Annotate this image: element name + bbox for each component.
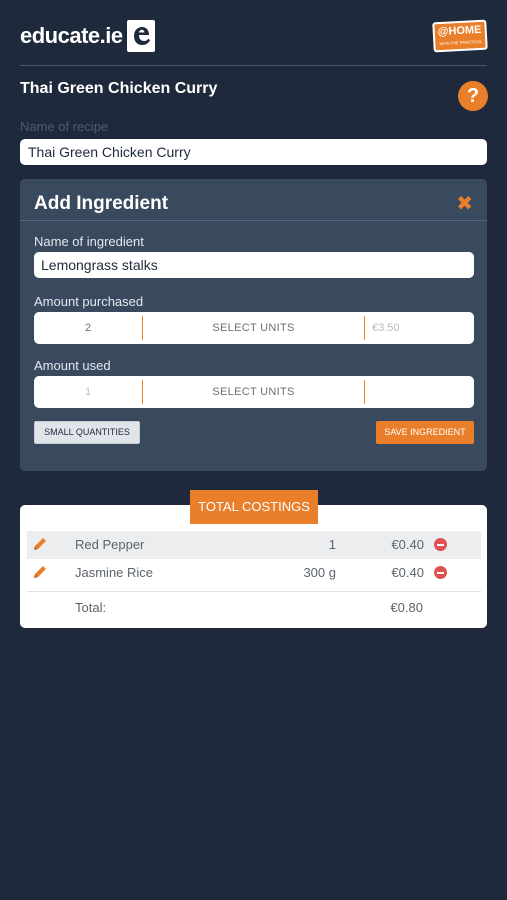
used-qty-input[interactable]: 1: [34, 376, 142, 408]
remove-icon[interactable]: [434, 538, 447, 551]
used-units-select[interactable]: SELECT UNITS: [143, 376, 364, 408]
purchased-units-select[interactable]: SELECT UNITS: [143, 312, 364, 344]
recipe-name-input[interactable]: Thai Green Chicken Curry: [20, 139, 487, 165]
close-icon[interactable]: ✖: [456, 191, 473, 216]
save-ingredient-button[interactable]: SAVE INGREDIENT: [376, 421, 474, 444]
ingredient-price: €0.40: [391, 565, 424, 580]
app-header: educate.ie @HOME WITH THE PRACTICAL: [20, 18, 488, 66]
ingredient-qty: 1: [328, 537, 336, 552]
remove-icon[interactable]: [434, 566, 447, 579]
ingredient-price: €0.40: [391, 537, 424, 552]
total-costings-tab[interactable]: TOTAL COSTINGS: [190, 490, 318, 524]
ingredient-qty: 300 g: [303, 565, 336, 580]
total-value: €0.80: [390, 600, 423, 615]
costing-row: Red Pepper 1 €0.40: [27, 531, 481, 559]
amount-used-row: 1 SELECT UNITS: [34, 376, 474, 408]
ingredient-name: Red Pepper: [75, 537, 145, 552]
small-quantities-button[interactable]: SMALL QUANTITIES: [34, 421, 140, 444]
panel-divider: [20, 220, 487, 221]
help-button[interactable]: ?: [458, 81, 488, 111]
panel-title: Add Ingredient: [34, 193, 169, 214]
badge-subtitle: WITH THE PRACTICAL: [439, 38, 483, 47]
purchased-qty-input[interactable]: 2: [34, 312, 142, 344]
educate-logo: educate.ie: [20, 20, 155, 52]
purchased-price-input[interactable]: €3.50: [372, 312, 400, 344]
recipe-title: Thai Green Chicken Curry: [20, 80, 218, 97]
logo-text: educate.ie: [20, 23, 123, 48]
add-ingredient-panel: Add Ingredient ✖ Name of ingredient Lemo…: [20, 179, 487, 471]
ingredient-name-label: Name of ingredient: [34, 234, 144, 249]
total-divider: [27, 591, 481, 592]
at-home-badge: @HOME WITH THE PRACTICAL: [432, 19, 488, 53]
total-label: Total:: [75, 600, 107, 615]
separator: [364, 316, 365, 340]
separator: [364, 380, 365, 404]
ingredient-name-input[interactable]: Lemongrass stalks: [34, 252, 474, 278]
recipe-name-label: Name of recipe: [20, 119, 109, 134]
amount-purchased-label: Amount purchased: [34, 294, 144, 309]
amount-purchased-row: 2 SELECT UNITS €3.50: [34, 312, 474, 344]
pencil-icon[interactable]: [32, 564, 48, 580]
pencil-icon[interactable]: [32, 536, 48, 552]
amount-used-label: Amount used: [34, 358, 111, 373]
badge-title: @HOME: [437, 23, 482, 39]
costing-row: Jasmine Rice 300 g €0.40: [27, 559, 481, 587]
logo-e-icon: [126, 20, 155, 52]
ingredient-name: Jasmine Rice: [75, 565, 154, 580]
